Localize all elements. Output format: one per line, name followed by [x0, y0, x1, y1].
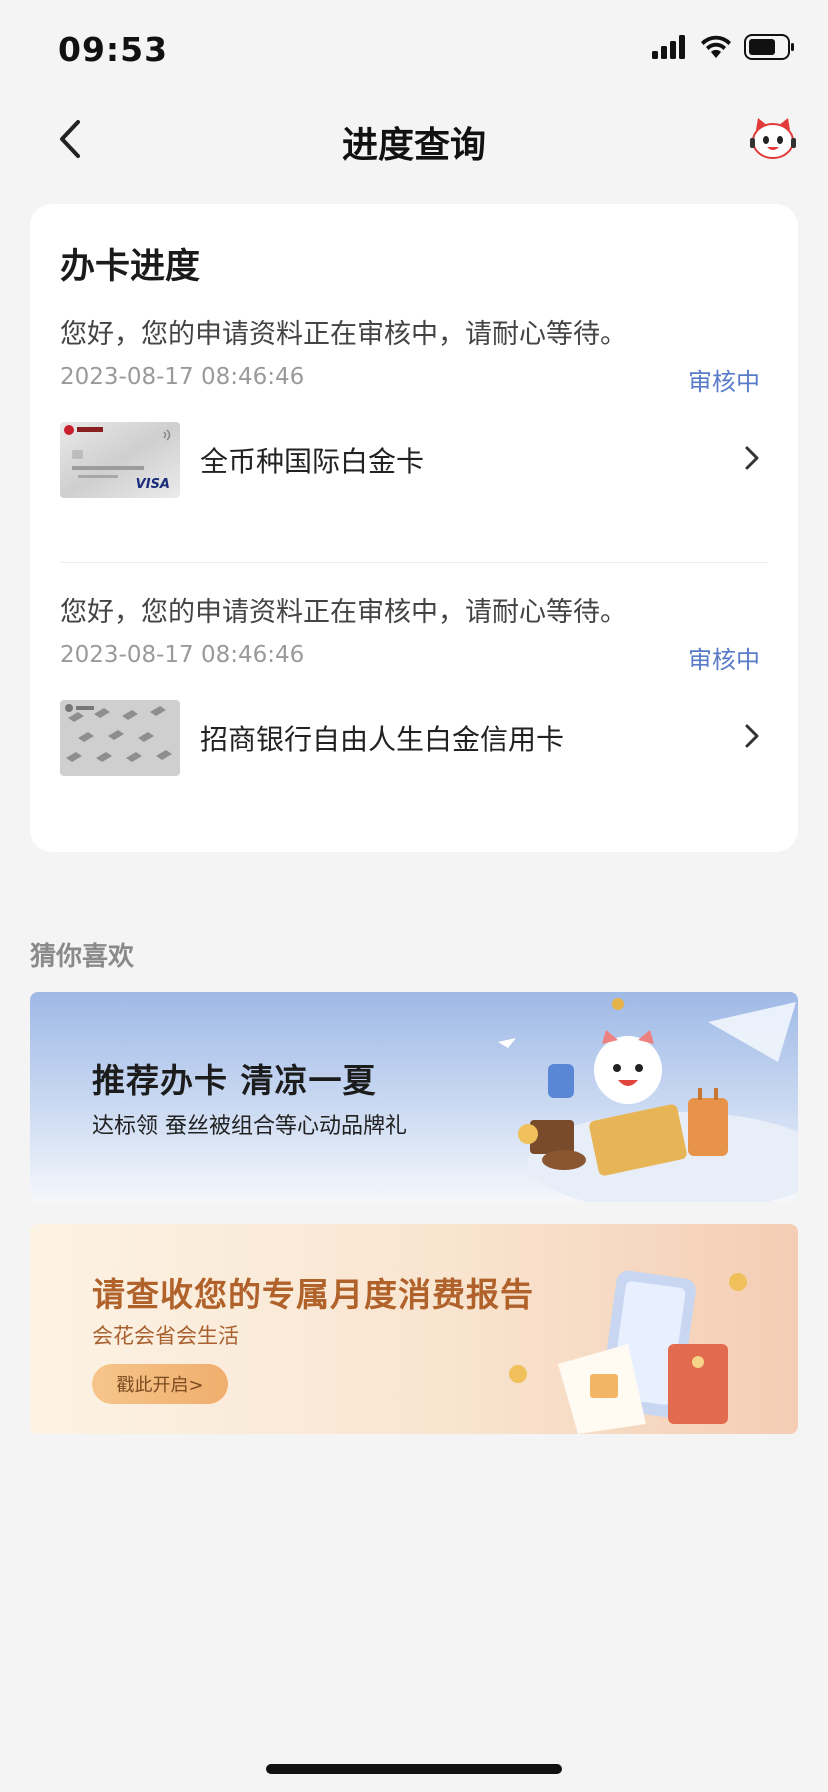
status-badge: 审核中 — [688, 368, 760, 396]
cat-mascot-icon — [750, 118, 796, 159]
wifi-icon — [701, 35, 731, 58]
application-message: 您好，您的申请资料正在审核中，请耐心等待。 — [60, 319, 627, 350]
home-indicator[interactable] — [266, 1764, 562, 1774]
open-report-button[interactable]: 戳此开启> — [92, 1364, 228, 1404]
card-row-free-life-platinum[interactable]: 招商银行自由人生白金信用卡 — [60, 698, 768, 776]
section-label-recommend: 猜你喜欢 — [30, 942, 135, 972]
application-timestamp: 2023-08-17 08:46:46 — [60, 364, 305, 390]
card-name: 全币种国际白金卡 — [200, 445, 425, 478]
application-timestamp: 2023-08-17 08:46:46 — [60, 642, 305, 668]
chevron-right-icon — [742, 442, 762, 474]
credit-card-image: VISA — [60, 422, 180, 498]
mascot-assistant-button[interactable] — [748, 116, 798, 162]
visa-logo: VISA — [136, 477, 170, 492]
banner-title: 请查收您的专属月度消费报告 — [92, 1275, 534, 1314]
status-time: 09:53 — [58, 30, 169, 69]
application-item: 您好，您的申请资料正在审核中，请耐心等待。 2023-08-17 08:46:4… — [60, 312, 768, 512]
status-icons — [652, 34, 796, 60]
cellular-signal-icon — [652, 35, 685, 59]
credit-card-image — [60, 700, 180, 776]
page-title: 进度查询 — [341, 125, 486, 166]
progress-card-title: 办卡进度 — [60, 247, 201, 287]
card-row-global-platinum[interactable]: VISA 全币种国际白金卡 — [60, 420, 768, 498]
card-name: 招商银行自由人生白金信用卡 — [200, 723, 565, 756]
banner-subtitle: 达标领 蚕丝被组合等心动品牌礼 — [92, 1114, 407, 1139]
status-bar: 09:53 — [0, 0, 828, 96]
banner-card-recommend[interactable]: 推荐办卡 清凉一夏 达标领 蚕丝被组合等心动品牌礼 — [30, 992, 798, 1202]
battery-icon — [744, 34, 794, 60]
banner-illustration — [498, 998, 798, 1202]
chevron-right-icon — [742, 720, 762, 752]
banner-card-monthly-report[interactable]: 请查收您的专属月度消费报告 会花会省会生活 戳此开启> — [30, 1224, 798, 1434]
banner-illustration — [509, 1270, 747, 1434]
application-message: 您好，您的申请资料正在审核中，请耐心等待。 — [60, 597, 627, 628]
divider — [60, 562, 768, 563]
progress-card: 办卡进度 您好，您的申请资料正在审核中，请耐心等待。 2023-08-17 08… — [30, 204, 798, 852]
status-badge: 审核中 — [688, 646, 760, 674]
banner-subtitle: 会花会省会生活 — [92, 1324, 239, 1348]
application-item: 您好，您的申请资料正在审核中，请耐心等待。 2023-08-17 08:46:4… — [60, 590, 768, 790]
banner-title: 推荐办卡 清凉一夏 — [92, 1061, 377, 1100]
nav-bar: 进度查询 — [0, 96, 828, 186]
